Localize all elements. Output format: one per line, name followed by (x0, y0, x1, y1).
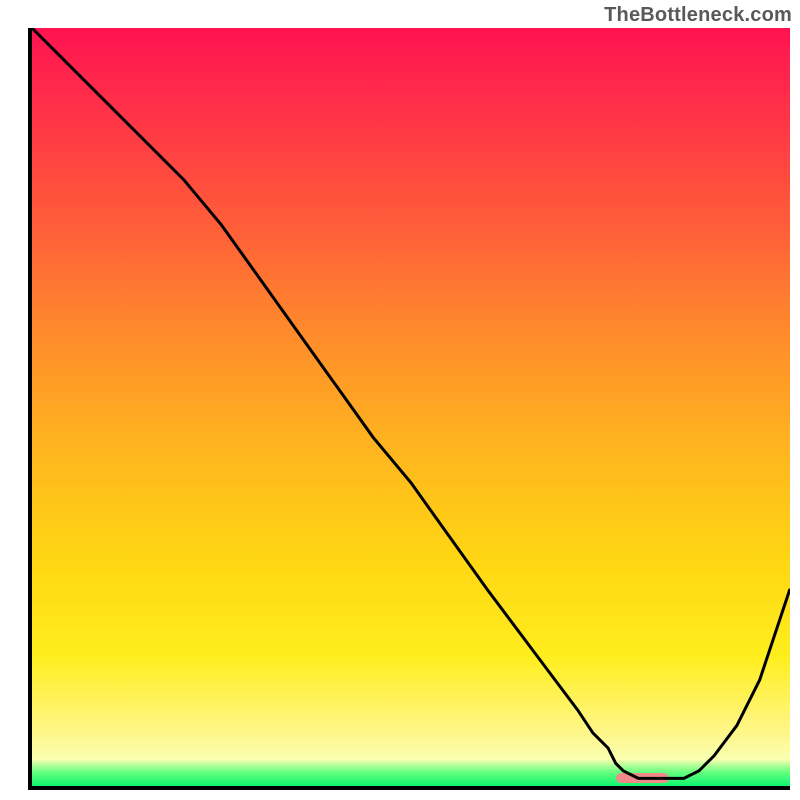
x-axis (32, 786, 790, 790)
curve-svg (32, 28, 790, 786)
bottleneck-curve (32, 28, 790, 778)
plot-area (32, 28, 790, 786)
chart-container: TheBottleneck.com (0, 0, 800, 800)
watermark-text: TheBottleneck.com (604, 4, 792, 27)
